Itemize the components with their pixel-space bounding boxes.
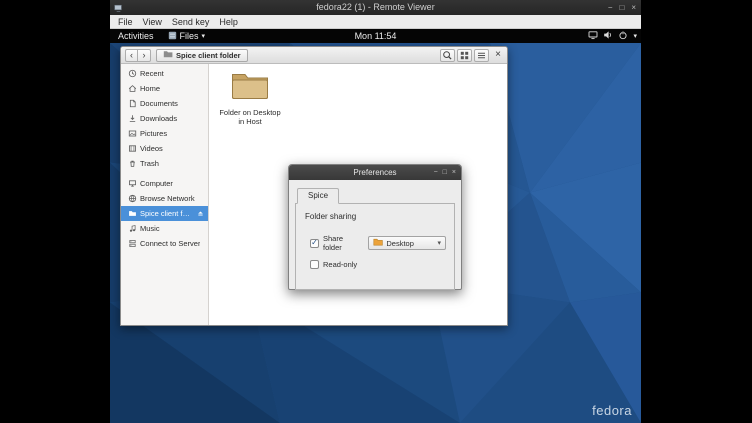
viewer-app-icon	[114, 3, 123, 18]
file-item-folder[interactable]: Folder on Desktop in Host	[217, 70, 283, 127]
menu-view[interactable]: View	[138, 15, 167, 28]
viewer-close-button[interactable]: ×	[631, 0, 636, 15]
sidebar-item-music[interactable]: Music	[121, 221, 208, 236]
sidebar-item-label: Home	[140, 84, 160, 93]
prefs-minimize-button[interactable]: −	[434, 165, 438, 180]
spice-tab-panel: Folder sharing ✓ Share folder Desktop ▾	[295, 203, 455, 290]
videos-icon	[127, 144, 137, 153]
downloads-icon	[127, 114, 137, 123]
sidebar-item-label: Computer	[140, 179, 173, 188]
sidebar-item-videos[interactable]: Videos	[121, 141, 208, 156]
sidebar-item-label: Browse Network	[140, 194, 195, 203]
sidebar-item-connect-to-server[interactable]: Connect to Server	[121, 236, 208, 251]
sidebar-item-label: Trash	[140, 159, 159, 168]
sidebar-item-label: Connect to Server	[140, 239, 200, 248]
system-status-area[interactable]: ▾	[588, 29, 637, 43]
sidebar-item-trash[interactable]: Trash	[121, 156, 208, 171]
home-icon	[127, 84, 137, 93]
display-icon	[588, 30, 598, 42]
read-only-label: Read-only	[323, 260, 357, 269]
app-menu-label: Files	[180, 31, 199, 41]
sidebar-item-label: Spice client fol…	[140, 209, 193, 218]
viewer-title: fedora22 (1) - Remote Viewer	[316, 2, 434, 12]
viewer-minimize-button[interactable]: −	[608, 0, 613, 15]
pictures-icon	[127, 129, 137, 138]
clock[interactable]: Mon 11:54	[355, 29, 397, 43]
music-icon	[127, 224, 137, 233]
power-icon	[618, 30, 628, 42]
grid-view-icon	[459, 50, 470, 61]
location-button[interactable]: Spice client folder	[156, 49, 248, 62]
share-folder-label: Share folder	[323, 234, 359, 252]
viewer-menubar: File View Send key Help	[110, 15, 641, 29]
folder-icon	[163, 50, 173, 60]
eject-icon[interactable]	[196, 209, 205, 218]
preferences-titlebar[interactable]: Preferences − □ ×	[289, 165, 461, 180]
sidebar-item-pictures[interactable]: Pictures	[121, 126, 208, 141]
volume-icon	[603, 30, 613, 42]
sidebar-item-computer[interactable]: Computer	[121, 176, 208, 191]
folder-icon	[373, 238, 383, 248]
preferences-title: Preferences	[353, 168, 396, 177]
sidebar-item-label: Documents	[140, 99, 178, 108]
chevron-down-icon: ▾	[633, 33, 637, 40]
sidebar-item-label: Music	[140, 224, 160, 233]
files-app-icon	[168, 31, 177, 42]
fedora-logo: fedora	[592, 403, 632, 418]
chevron-down-icon: ▾	[437, 240, 441, 247]
menu-send-key[interactable]: Send key	[167, 15, 215, 28]
activities-button[interactable]: Activities	[110, 29, 162, 43]
sidebar-item-documents[interactable]: Documents	[121, 96, 208, 111]
search-icon	[442, 50, 453, 61]
shared-folder-select[interactable]: Desktop ▾	[368, 236, 446, 250]
recent-icon	[127, 69, 137, 78]
documents-icon	[127, 99, 137, 108]
menu-button[interactable]	[474, 49, 489, 62]
sidebar-item-label: Downloads	[140, 114, 177, 123]
grid-view-button[interactable]	[457, 49, 472, 62]
sidebar-item-home[interactable]: Home	[121, 81, 208, 96]
location-label: Spice client folder	[176, 51, 241, 60]
sidebar-item-label: Pictures	[140, 129, 167, 138]
sidebar-item-recent[interactable]: Recent	[121, 66, 208, 81]
viewer-maximize-button[interactable]: □	[619, 0, 624, 15]
sidebar-item-browse-network[interactable]: Browse Network	[121, 191, 208, 206]
forward-button[interactable]: ›	[138, 49, 151, 62]
gnome-top-bar: Activities Files ▾ Mon 11:54 ▾	[110, 29, 641, 43]
screen: fedora22 (1) - Remote Viewer − □ × File …	[0, 0, 752, 423]
chevron-down-icon: ▾	[202, 33, 206, 40]
window-close-button[interactable]: ×	[495, 50, 501, 60]
server-icon	[127, 239, 137, 248]
share-folder-checkbox[interactable]: ✓	[310, 239, 319, 248]
sidebar-item-downloads[interactable]: Downloads	[121, 111, 208, 126]
folder-icon	[127, 209, 137, 218]
desktop: fedora ‹ › Spice client folder	[110, 43, 641, 423]
sidebar-item-label: Videos	[140, 144, 163, 153]
big-folder-icon	[231, 70, 269, 100]
section-title: Folder sharing	[305, 212, 446, 221]
viewer-titlebar[interactable]: fedora22 (1) - Remote Viewer − □ ×	[110, 0, 641, 15]
remote-viewer-window: fedora22 (1) - Remote Viewer − □ × File …	[110, 0, 641, 423]
files-sidebar: Recent Home Documents Downloads	[121, 64, 209, 325]
computer-icon	[127, 179, 137, 188]
back-button[interactable]: ‹	[125, 49, 138, 62]
network-icon	[127, 194, 137, 203]
prefs-close-button[interactable]: ×	[452, 165, 456, 180]
menu-help[interactable]: Help	[214, 15, 243, 28]
app-menu-files[interactable]: Files ▾	[162, 29, 212, 43]
prefs-maximize-button[interactable]: □	[443, 165, 447, 180]
tab-spice[interactable]: Spice	[297, 188, 339, 204]
hamburger-icon	[476, 50, 487, 61]
sidebar-item-label: Recent	[140, 69, 164, 78]
files-headerbar[interactable]: ‹ › Spice client folder	[121, 47, 507, 64]
trash-icon	[127, 159, 137, 168]
file-item-label: Folder on Desktop in Host	[217, 108, 283, 127]
selected-folder-value: Desktop	[386, 239, 434, 248]
search-button[interactable]	[440, 49, 455, 62]
sidebar-item-spice-client-folder[interactable]: Spice client fol…	[121, 206, 208, 221]
preferences-dialog: Preferences − □ × Spice Folder sharing ✓…	[288, 164, 462, 290]
read-only-checkbox[interactable]	[310, 260, 319, 269]
